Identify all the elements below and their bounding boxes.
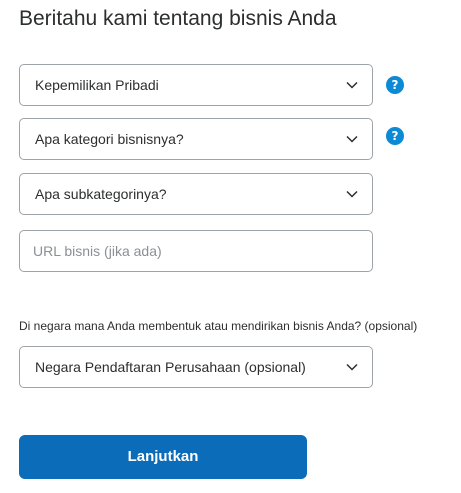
subcategory-select-value: Apa subkategorinya? (35, 186, 167, 202)
ownership-select[interactable]: Kepemilikan Pribadi (19, 64, 373, 106)
business-url-input[interactable]: URL bisnis (jika ada) (19, 230, 373, 272)
chevron-down-icon (346, 81, 358, 89)
country-select-value: Negara Pendaftaran Perusahaan (opsional) (35, 359, 306, 375)
chevron-down-icon (346, 135, 358, 143)
category-help-icon[interactable]: ? (386, 127, 404, 145)
category-select[interactable]: Apa kategori bisnisnya? (19, 118, 373, 160)
country-select[interactable]: Negara Pendaftaran Perusahaan (opsional) (19, 346, 373, 388)
page-title: Beritahu kami tentang bisnis Anda (19, 7, 337, 30)
country-question-label: Di negara mana Anda membentuk atau mendi… (19, 319, 418, 333)
ownership-select-value: Kepemilikan Pribadi (35, 77, 159, 93)
continue-button[interactable]: Lanjutkan (19, 435, 307, 479)
subcategory-select[interactable]: Apa subkategorinya? (19, 173, 373, 215)
ownership-help-icon[interactable]: ? (386, 76, 404, 94)
category-select-value: Apa kategori bisnisnya? (35, 131, 184, 147)
business-url-placeholder: URL bisnis (jika ada) (33, 243, 162, 259)
chevron-down-icon (346, 190, 358, 198)
chevron-down-icon (346, 363, 358, 371)
